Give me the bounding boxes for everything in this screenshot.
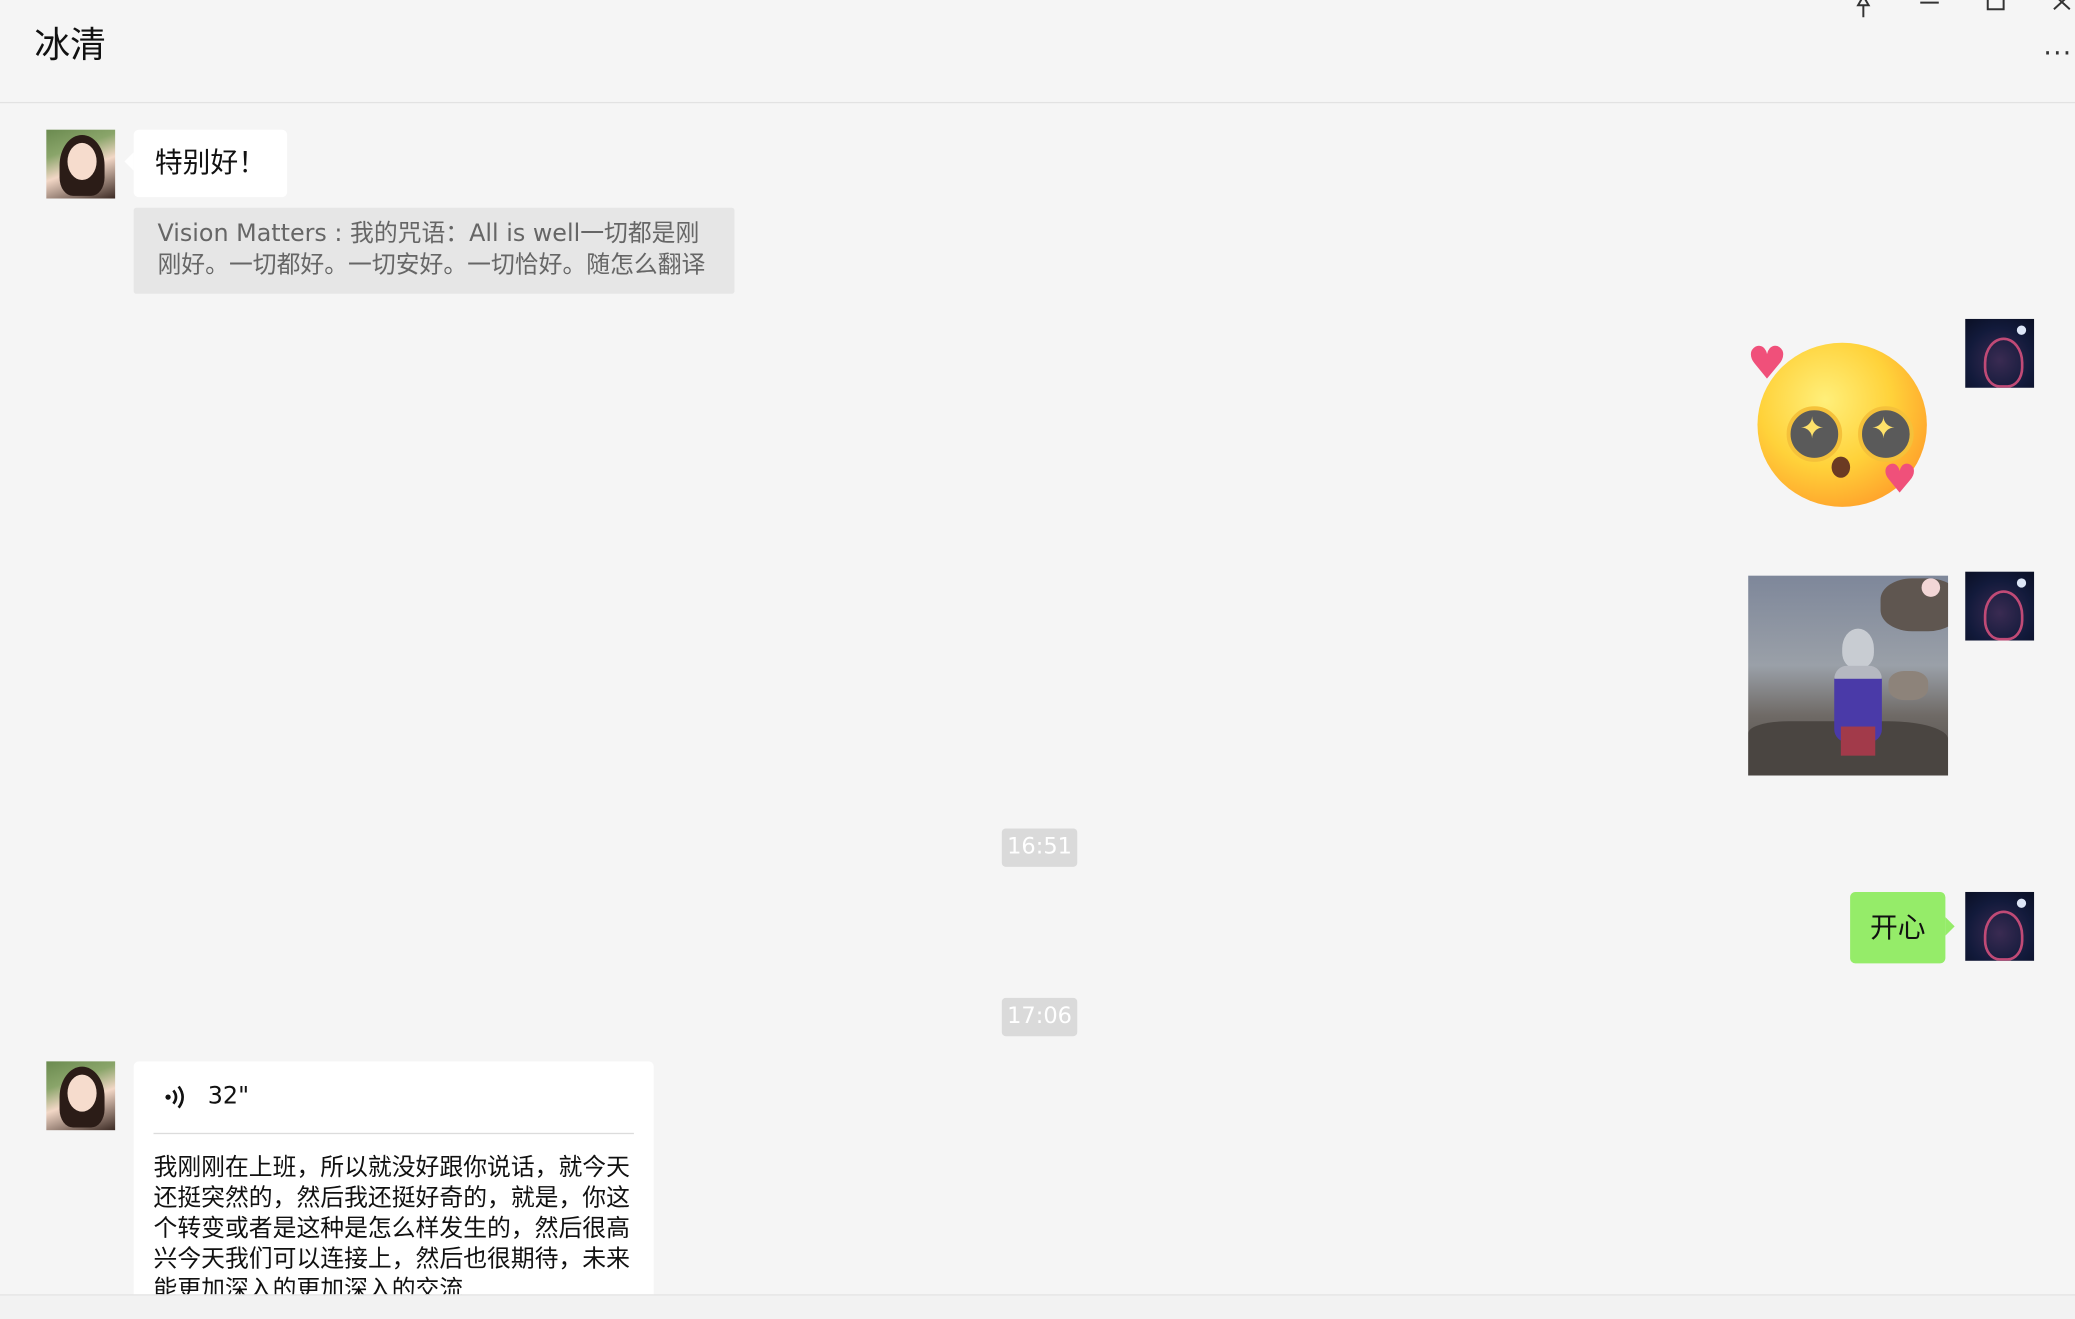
close-icon[interactable] [2046,0,2075,26]
input-area-edge [0,1294,2075,1319]
figure-legs [1840,726,1876,756]
sticker-mouth [1831,456,1851,478]
more-options-button[interactable]: ··· [2043,37,2075,69]
avatar-face [67,142,97,180]
emoji-sticker[interactable]: ♥ ♥ [1747,337,1932,509]
avatar-figure [1983,910,2024,961]
self-avatar[interactable] [1965,571,2035,641]
outgoing-message-bubble[interactable]: 开心 [1850,891,1955,964]
photo-rock [1888,670,1929,701]
voice-divider [153,1132,634,1135]
star-eye-left-icon [1786,406,1843,462]
contact-avatar[interactable] [46,129,116,199]
bubble-tail [1945,917,1955,936]
minimize-icon[interactable] [1914,0,1946,26]
quoted-message[interactable]: Vision Matters : 我的咒语：All is well一切都是刚刚好… [133,207,735,294]
quoted-message-text: Vision Matters : 我的咒语：All is well一切都是刚刚好… [157,219,706,280]
message-text: 特别好！ [154,146,267,179]
chat-title: 冰清 [34,25,106,67]
pin-icon[interactable] [1847,0,1879,26]
voice-wave-icon[interactable] [163,1083,192,1119]
avatar-figure [1983,590,2024,641]
avatar-figure [1983,337,2024,388]
photo-figure [1830,628,1886,756]
moon-icon [2016,898,2027,908]
message-text: 开心 [1869,911,1926,944]
self-avatar[interactable] [1965,891,2035,961]
self-avatar[interactable] [1965,318,2035,388]
contact-avatar[interactable] [46,1061,116,1131]
star-eye-right-icon [1858,406,1914,462]
moon-icon [2016,578,2027,588]
heart-icon: ♥ [1746,337,1788,391]
bubble-tail [124,152,134,171]
photo-badge-icon [1921,578,1941,597]
heart-icon: ♥ [1881,456,1918,503]
timestamp: 16:51 [1001,828,1078,867]
figure-head [1842,628,1874,669]
maximize-icon[interactable] [1980,0,2012,26]
incoming-message-bubble[interactable]: 特别好！ [124,129,288,198]
title-bar: 冰清 ··· [0,0,2075,104]
chat-window: 冰清 ··· 特别好！ Vision Matters : 我的咒语：All is… [0,0,2075,1319]
image-message[interactable] [1748,575,1949,776]
avatar-face [67,1074,97,1112]
timestamp: 17:06 [1001,997,1078,1037]
voice-duration: 32" [207,1082,250,1111]
moon-icon [2016,325,2027,335]
voice-message[interactable]: 32" 我刚刚在上班，所以就没好跟你说话，就今天还挺突然的，然后我还挺好奇的，就… [133,1061,654,1319]
voice-transcript: 我刚刚在上班，所以就没好跟你说话，就今天还挺突然的，然后我还挺好奇的，就是，你这… [153,1154,630,1304]
